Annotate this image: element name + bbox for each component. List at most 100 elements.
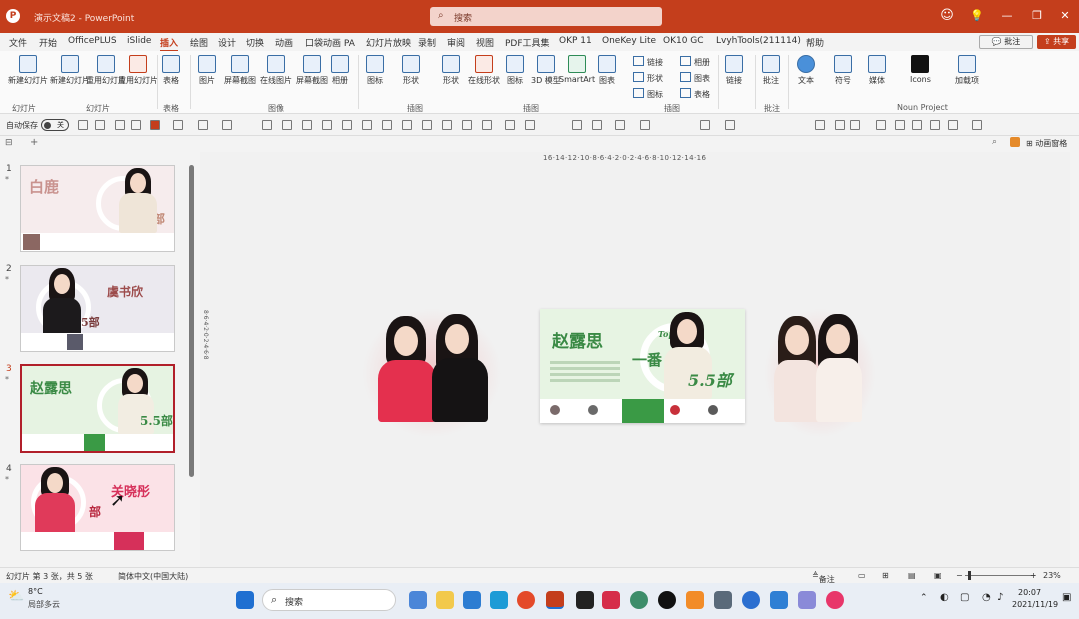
tab-review[interactable]: 审阅 <box>447 36 465 49</box>
tab-draw[interactable]: 绘图 <box>190 36 208 49</box>
add-icon[interactable]: + <box>30 137 38 148</box>
tray-app-2-icon[interactable]: ▢ <box>960 592 969 603</box>
designer-icon[interactable] <box>1010 137 1020 147</box>
app-icon-8[interactable] <box>770 591 788 609</box>
save-icon[interactable] <box>78 120 88 130</box>
chrome-icon[interactable] <box>517 591 535 609</box>
new-slide-dropdown-button[interactable]: 新建幻灯片 <box>50 55 90 86</box>
icons-button[interactable]: 图标 <box>366 55 384 86</box>
grid-icon[interactable] <box>131 120 141 130</box>
tab-slideshow[interactable]: 幻灯片放映 <box>366 36 411 49</box>
addins-button[interactable]: 加载项 <box>955 55 979 86</box>
tab-insert[interactable]: 插入 <box>160 36 179 52</box>
crop-icon[interactable] <box>615 120 625 130</box>
media-button[interactable]: 媒体 <box>868 55 886 86</box>
tab-islide[interactable]: iSlide <box>127 36 151 46</box>
icons-insert-button[interactable]: 图标 <box>506 55 524 86</box>
app-icon-4[interactable] <box>630 591 648 609</box>
align-6-icon[interactable] <box>362 120 372 130</box>
brush-2-icon[interactable] <box>592 120 602 130</box>
online-picture-button[interactable]: 在线图片 <box>260 55 292 86</box>
tab-design[interactable]: 设计 <box>218 36 236 49</box>
tab-ok10-gc[interactable]: OK10 GC <box>663 36 704 46</box>
link-small-button[interactable]: 链接 <box>633 56 663 68</box>
text-button[interactable]: 文本 <box>797 55 815 86</box>
collapse-icon[interactable]: ⊟ <box>5 138 13 148</box>
tab-record[interactable]: 录制 <box>418 36 436 49</box>
album-small-button[interactable]: 相册 <box>680 56 710 68</box>
arrange-icon[interactable] <box>948 120 958 130</box>
album-button[interactable]: 相册 <box>331 55 349 86</box>
app-icon-6[interactable] <box>686 591 704 609</box>
table-button[interactable]: 表格 <box>162 55 180 86</box>
edge-icon[interactable] <box>490 591 508 609</box>
new-slide-button[interactable]: 新建幻灯片 <box>8 55 48 86</box>
shapes-button[interactable]: 形状 <box>442 55 460 86</box>
cut-icon[interactable] <box>815 120 825 130</box>
app-icon-10[interactable] <box>826 591 844 609</box>
icons-addin-button[interactable]: Icons <box>910 55 931 84</box>
language-status[interactable]: 简体中文(中国大陆) <box>118 571 188 582</box>
zoom-out-icon[interactable]: − <box>956 571 963 580</box>
align-3-icon[interactable] <box>302 120 312 130</box>
picture-button[interactable]: 图片 <box>198 55 216 86</box>
shapes-gallery-button[interactable]: 形状 <box>402 55 420 86</box>
chart-insert-icon[interactable] <box>876 120 886 130</box>
smartart-button[interactable]: SmartArt <box>559 55 595 84</box>
tab-okp11[interactable]: OKP 11 <box>559 36 592 46</box>
align-2-icon[interactable] <box>282 120 292 130</box>
undo-icon[interactable] <box>95 120 105 130</box>
chart-button[interactable]: 图表 <box>598 55 616 86</box>
close-button[interactable]: ✕ <box>1056 8 1074 24</box>
slide-sorter-icon[interactable]: ⊞ <box>882 571 889 580</box>
text-format-icon[interactable] <box>173 120 183 130</box>
symbols-button[interactable]: 符号 <box>834 55 852 86</box>
distribute-4-icon[interactable] <box>442 120 452 130</box>
zoom-in-icon[interactable]: + <box>1030 571 1037 580</box>
color-icon[interactable] <box>912 120 922 130</box>
thumbnail-scrollbar[interactable] <box>189 165 194 477</box>
shape-icon[interactable] <box>930 120 940 130</box>
tab-animations[interactable]: 动画 <box>275 36 293 49</box>
app-icon-2[interactable] <box>576 591 594 609</box>
wifi-icon[interactable]: ◔ <box>982 592 991 603</box>
zoom-level[interactable]: 23% <box>1043 571 1061 580</box>
3d-model-button[interactable]: 3D 模型 <box>531 55 561 86</box>
app-icon-5[interactable] <box>658 591 676 609</box>
main-slide-preview[interactable]: 赵露思 一番 Top 5.5部 <box>540 309 745 423</box>
emoji-feedback-icon[interactable]: ☺ <box>938 8 956 24</box>
panel-mode-label[interactable]: ⊞ 动画窗格 <box>1026 138 1067 149</box>
slide-thumbnail-2[interactable]: 虞书欣 5部 <box>20 265 175 352</box>
screenshot-dropdown-button[interactable]: 屏幕截图 <box>296 55 328 86</box>
layer-2-icon[interactable] <box>482 120 492 130</box>
tab-home[interactable]: 开始 <box>39 36 57 49</box>
slide-thumbnail-1[interactable]: 白鹿 五部 <box>20 165 175 252</box>
powerpoint-taskbar-icon[interactable] <box>546 591 564 609</box>
zoom-slider-thumb[interactable] <box>968 571 971 580</box>
tab-help[interactable]: 帮助 <box>806 36 824 49</box>
settings-taskbar-icon[interactable] <box>714 591 732 609</box>
crop-2-icon[interactable] <box>640 120 650 130</box>
minimize-button[interactable]: — <box>998 8 1016 24</box>
settings-icon[interactable] <box>895 120 905 130</box>
start-icon[interactable] <box>236 591 254 609</box>
align-icon[interactable] <box>262 120 272 130</box>
slide-thumbnail-4[interactable]: 关晓彤 部 <box>20 464 175 551</box>
search-box[interactable]: ⌕ 搜索 <box>430 7 662 26</box>
undo-arrow-icon[interactable] <box>198 120 208 130</box>
distribute-2-icon[interactable] <box>402 120 412 130</box>
file-explorer-icon[interactable] <box>436 591 454 609</box>
table-insert-icon[interactable] <box>850 120 860 130</box>
align-4-icon[interactable] <box>322 120 332 130</box>
tab-transitions[interactable]: 切换 <box>246 36 264 49</box>
chart-qa-2-icon[interactable] <box>525 120 535 130</box>
tab-pocket-animation[interactable]: 口袋动画 PA <box>305 36 355 49</box>
notes-button[interactable]: ≜ 备注 <box>812 571 835 584</box>
app-icon-9[interactable] <box>798 591 816 609</box>
share-button[interactable]: ⇪ 共享 <box>1037 35 1076 49</box>
tab-pdf-tools[interactable]: PDF工具集 <box>505 36 550 49</box>
left-photo[interactable] <box>362 308 502 438</box>
reading-view-icon[interactable]: ▤ <box>908 571 916 580</box>
taskbar-search[interactable]: ⌕ 搜索 <box>262 589 396 611</box>
volume-icon[interactable]: ♪ <box>997 592 1003 603</box>
